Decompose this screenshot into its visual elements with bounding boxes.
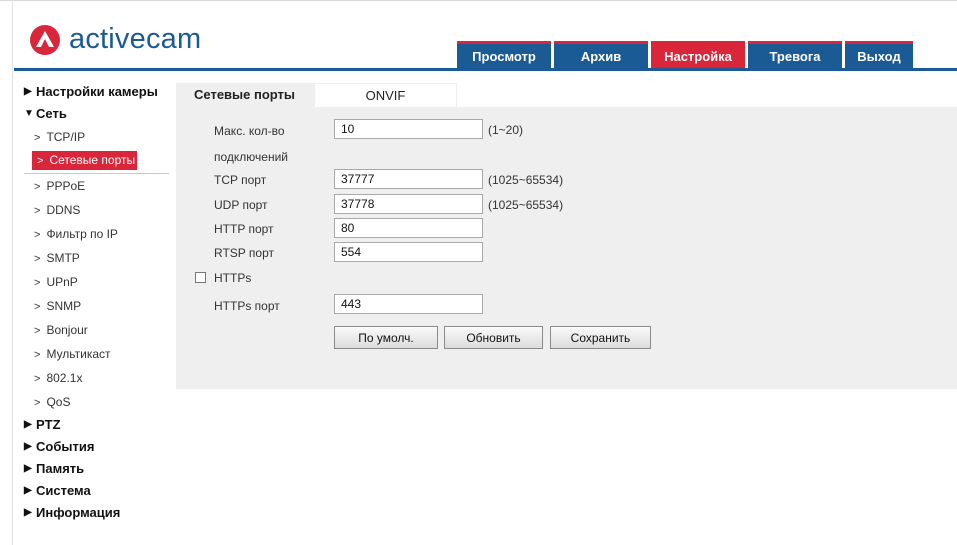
refresh-button[interactable]: Обновить <box>444 326 543 349</box>
sidebar-group-camera-settings[interactable]: ▶ Настройки камеры <box>24 81 169 103</box>
header-divider <box>14 68 957 71</box>
sidebar-group-storage[interactable]: ▶ Память <box>24 458 169 480</box>
sidebar-group-info[interactable]: ▶ Информация <box>24 502 169 524</box>
tab-network-ports[interactable]: Сетевые порты <box>176 83 314 107</box>
sidebar-item-bonjour[interactable]: > Bonjour <box>24 318 169 342</box>
window-left-border <box>12 0 13 545</box>
sidebar-item-label: Сетевые порты <box>49 153 136 167</box>
save-button[interactable]: Сохранить <box>550 326 651 349</box>
sidebar-group-events[interactable]: ▶ События <box>24 436 169 458</box>
https-checkbox-label: HTTPs <box>214 271 252 285</box>
nav-tab-view[interactable]: Просмотр <box>457 41 551 68</box>
tcp-port-input[interactable] <box>334 169 483 189</box>
sidebar-item-snmp[interactable]: > SNMP <box>24 294 169 318</box>
triangle-right-icon: ▶ <box>24 86 32 97</box>
sidebar-item-label: DDNS <box>46 203 81 217</box>
triangle-right-icon: ▶ <box>24 441 32 452</box>
tcp-port-label: TCP порт <box>214 173 267 187</box>
sidebar-item-ddns[interactable]: > DDNS <box>24 198 169 222</box>
max-connections-range: (1~20) <box>488 123 524 137</box>
sidebar-item-label: TCP/IP <box>46 130 86 144</box>
window-top-border <box>0 0 957 1</box>
sidebar-item-qos[interactable]: > QoS <box>24 390 169 414</box>
logo-text: activecam <box>69 23 202 55</box>
rtsp-port-label: RTSP порт <box>214 246 274 260</box>
content-tabs: Сетевые порты ONVIF <box>176 83 457 107</box>
chevron-right-icon: > <box>34 132 41 144</box>
chevron-right-icon: > <box>34 277 41 289</box>
sidebar-group-ptz[interactable]: ▶ PTZ <box>24 414 169 436</box>
nav-tab-settings[interactable]: Настройка <box>651 41 745 68</box>
triangle-right-icon: ▶ <box>24 463 32 474</box>
sidebar-item-ip-filter[interactable]: > Фильтр по IP <box>24 222 169 246</box>
sidebar-item-smtp[interactable]: > SMTP <box>24 246 169 270</box>
http-port-label: HTTP порт <box>214 222 274 236</box>
sidebar-item-label: Bonjour <box>46 323 88 337</box>
https-checkbox[interactable] <box>195 272 206 283</box>
sidebar-item-label: UPnP <box>46 275 78 289</box>
chevron-right-icon: > <box>34 181 41 193</box>
sidebar-item-label: PPPoE <box>46 179 86 193</box>
chevron-right-icon: > <box>34 373 41 385</box>
triangle-right-icon: ▶ <box>24 485 32 496</box>
triangle-down-icon: ▼ <box>24 108 34 119</box>
logo: activecam <box>30 23 201 56</box>
sidebar-item-label: SNMP <box>46 299 82 313</box>
triangle-right-icon: ▶ <box>24 419 32 430</box>
sidebar-item-multicast[interactable]: > Мультикаст <box>24 342 169 366</box>
sidebar-item-upnp[interactable]: > UPnP <box>24 270 169 294</box>
triangle-right-icon: ▶ <box>24 507 32 518</box>
top-nav: Просмотр Архив Настройка Тревога Выход <box>457 41 913 68</box>
sidebar-item-label: QoS <box>46 395 71 409</box>
chevron-right-icon: > <box>34 253 41 265</box>
http-port-input[interactable] <box>334 218 483 238</box>
nav-tab-alarm[interactable]: Тревога <box>748 41 842 68</box>
chevron-right-icon: > <box>34 229 41 241</box>
chevron-right-icon: > <box>37 155 44 167</box>
sidebar-group-label: События <box>36 439 95 454</box>
sidebar-group-label: Сеть <box>36 106 67 121</box>
max-connections-label-cont: подключений <box>214 150 288 164</box>
chevron-right-icon: > <box>34 301 41 313</box>
chevron-right-icon: > <box>34 325 41 337</box>
https-port-label: HTTPs порт <box>214 299 280 313</box>
sidebar-group-label: Память <box>36 461 85 476</box>
sidebar-group-label: Настройки камеры <box>36 84 158 99</box>
sidebar-item-label: Фильтр по IP <box>46 227 118 241</box>
activecam-logo-icon <box>30 24 60 55</box>
nav-tab-logout[interactable]: Выход <box>845 41 913 68</box>
sidebar-item-network-ports[interactable]: > Сетевые порты <box>32 151 137 170</box>
udp-port-range: (1025~65534) <box>488 198 564 212</box>
sidebar-item-8021x[interactable]: >802.1x <box>24 366 169 390</box>
tab-onvif[interactable]: ONVIF <box>314 83 457 107</box>
udp-port-label: UDP порт <box>214 198 268 212</box>
nav-tab-archive[interactable]: Архив <box>554 41 648 68</box>
sidebar-item-label: Мультикаст <box>46 347 111 361</box>
default-button[interactable]: По умолч. <box>334 326 438 349</box>
sidebar-group-label: Система <box>36 483 91 498</box>
tcp-port-range: (1025~65534) <box>488 173 564 187</box>
sidebar-group-label: PTZ <box>36 417 61 432</box>
sidebar-item-label: SMTP <box>46 251 80 265</box>
max-connections-input[interactable] <box>334 119 483 139</box>
sidebar-item-tcpip[interactable]: > TCP/IP <box>24 125 169 149</box>
chevron-right-icon: > <box>34 205 41 217</box>
sidebar-group-system[interactable]: ▶ Система <box>24 480 169 502</box>
chevron-right-icon: > <box>34 397 41 409</box>
https-port-input[interactable] <box>334 294 483 314</box>
udp-port-input[interactable] <box>334 194 483 214</box>
sidebar-group-network[interactable]: ▼ Сеть <box>24 103 169 125</box>
chevron-right-icon: > <box>34 349 41 361</box>
rtsp-port-input[interactable] <box>334 242 483 262</box>
max-connections-label: Макс. кол-во <box>214 124 285 138</box>
sidebar-item-pppoe[interactable]: > PPPoE <box>24 174 169 198</box>
sidebar-group-label: Информация <box>36 505 121 520</box>
sidebar: ▶ Настройки камеры ▼ Сеть > TCP/IP > Сетев… <box>24 81 169 524</box>
sidebar-item-label: 802.1x <box>46 371 83 385</box>
